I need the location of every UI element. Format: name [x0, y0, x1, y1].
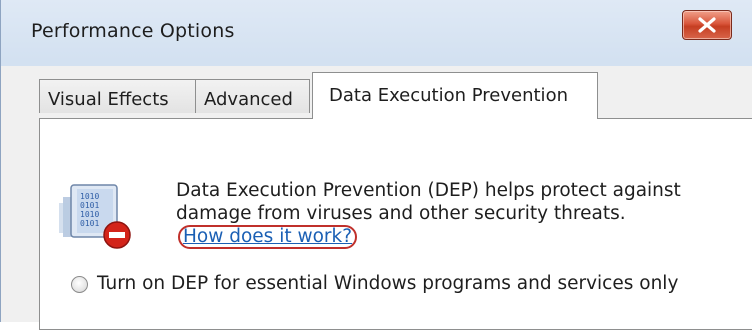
window-title: Performance Options: [31, 20, 235, 42]
svg-text:1010: 1010: [80, 192, 99, 201]
close-icon: [698, 17, 716, 33]
tab-data-execution-prevention[interactable]: Data Execution Prevention: [312, 72, 598, 119]
tab-advanced[interactable]: Advanced: [195, 79, 310, 113]
dialog-window: Performance Options Visual Effects Advan…: [0, 0, 752, 330]
dep-essential-radio[interactable]: [71, 276, 88, 293]
svg-text:1010: 1010: [80, 210, 99, 219]
link-highlight: How does it work?: [178, 225, 358, 249]
dep-description: Data Execution Prevention (DEP) helps pr…: [176, 179, 696, 249]
dep-shield-icon: 1010 0101 1010 0101: [59, 184, 131, 249]
close-button[interactable]: [682, 10, 732, 40]
dep-description-text: Data Execution Prevention (DEP) helps pr…: [176, 180, 681, 224]
dep-essential-label[interactable]: Turn on DEP for essential Windows progra…: [97, 272, 697, 296]
svg-text:0101: 0101: [80, 201, 99, 210]
how-does-it-work-link[interactable]: How does it work?: [183, 226, 352, 247]
tab-visual-effects[interactable]: Visual Effects: [39, 79, 196, 113]
svg-text:0101: 0101: [80, 219, 99, 228]
